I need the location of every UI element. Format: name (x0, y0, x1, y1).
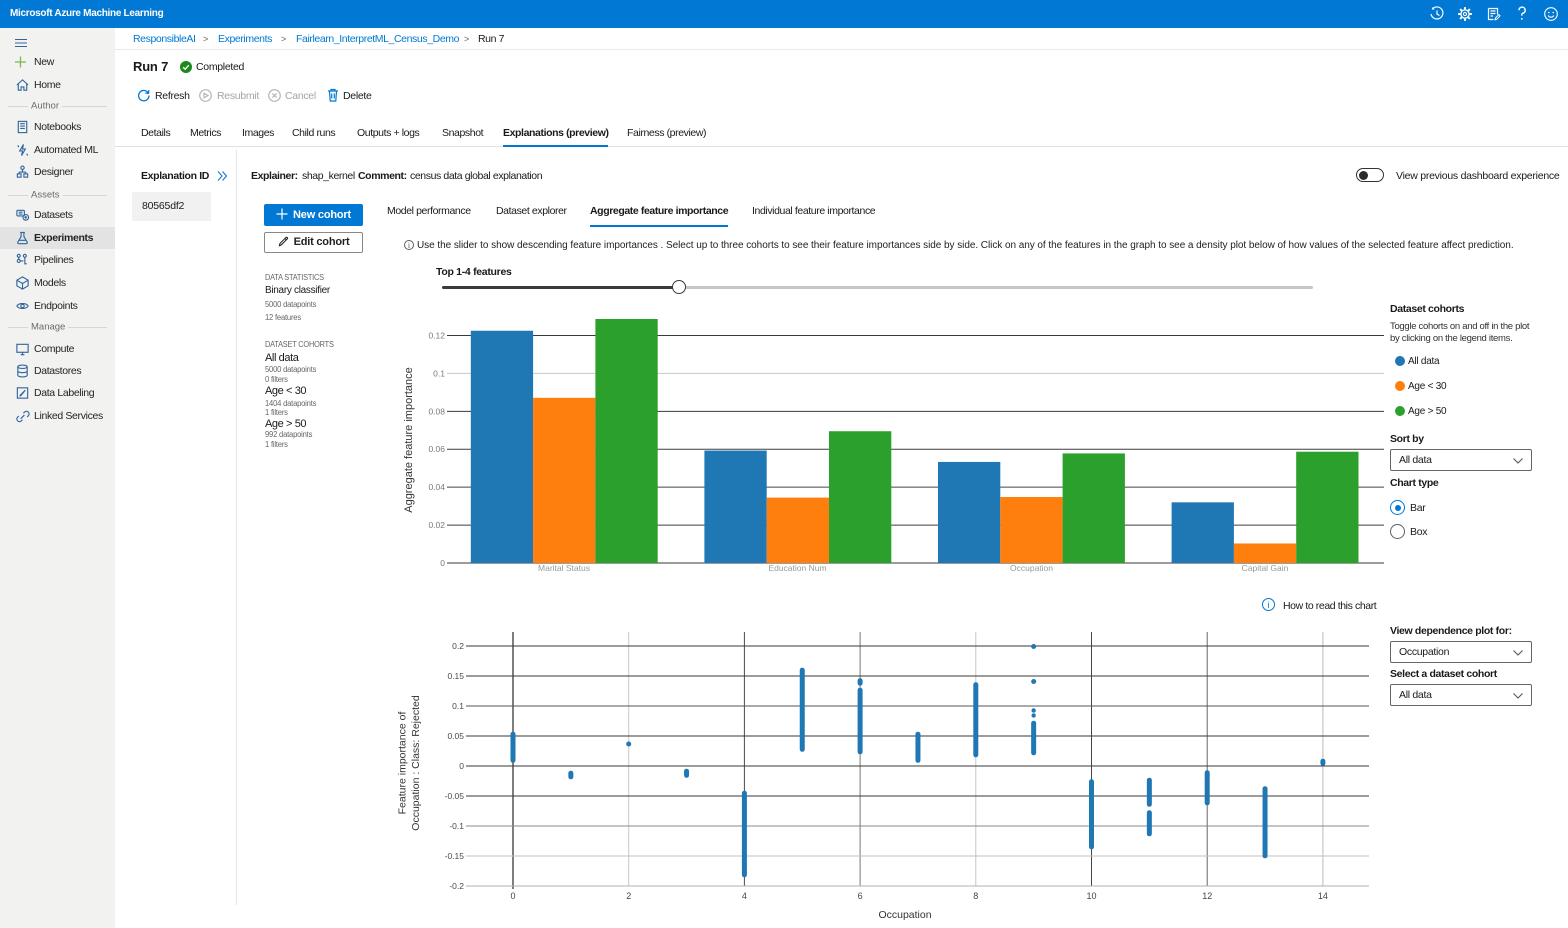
svg-text:14: 14 (1318, 891, 1328, 901)
svg-text:0.05: 0.05 (447, 731, 464, 741)
svg-text:-0.2: -0.2 (449, 881, 464, 891)
svg-text:-0.1: -0.1 (449, 821, 464, 831)
svg-text:0.02: 0.02 (428, 520, 445, 530)
svg-text:10: 10 (1086, 891, 1096, 901)
svg-text:-0.15: -0.15 (445, 851, 465, 861)
svg-text:0.04: 0.04 (428, 482, 445, 492)
svg-text:0.08: 0.08 (428, 406, 445, 416)
svg-text:Aggregate feature importance: Aggregate feature importance (403, 367, 415, 513)
svg-text:Education Num: Education Num (768, 563, 826, 573)
svg-text:0.06: 0.06 (428, 444, 445, 454)
svg-text:Marital Status: Marital Status (538, 563, 590, 573)
svg-text:0.1: 0.1 (452, 701, 464, 711)
svg-text:6: 6 (858, 891, 863, 901)
svg-text:2: 2 (626, 891, 631, 901)
svg-text:0: 0 (510, 891, 515, 901)
svg-text:Occupation: Occupation (1010, 563, 1053, 573)
svg-text:0.2: 0.2 (452, 641, 464, 651)
svg-text:4: 4 (742, 891, 747, 901)
svg-text:0: 0 (440, 558, 445, 568)
svg-text:Feature importance ofOccupatio: Feature importance ofOccupation : Class:… (397, 695, 423, 831)
svg-text:12: 12 (1202, 891, 1212, 901)
svg-text:-0.05: -0.05 (445, 791, 465, 801)
svg-text:0.15: 0.15 (447, 671, 464, 681)
svg-text:0.12: 0.12 (428, 330, 445, 340)
svg-text:Occupation: Occupation (878, 909, 931, 921)
svg-text:0: 0 (459, 761, 464, 771)
svg-text:0.1: 0.1 (433, 368, 445, 378)
svg-text:Capital Gain: Capital Gain (1242, 563, 1289, 573)
svg-text:8: 8 (973, 891, 978, 901)
